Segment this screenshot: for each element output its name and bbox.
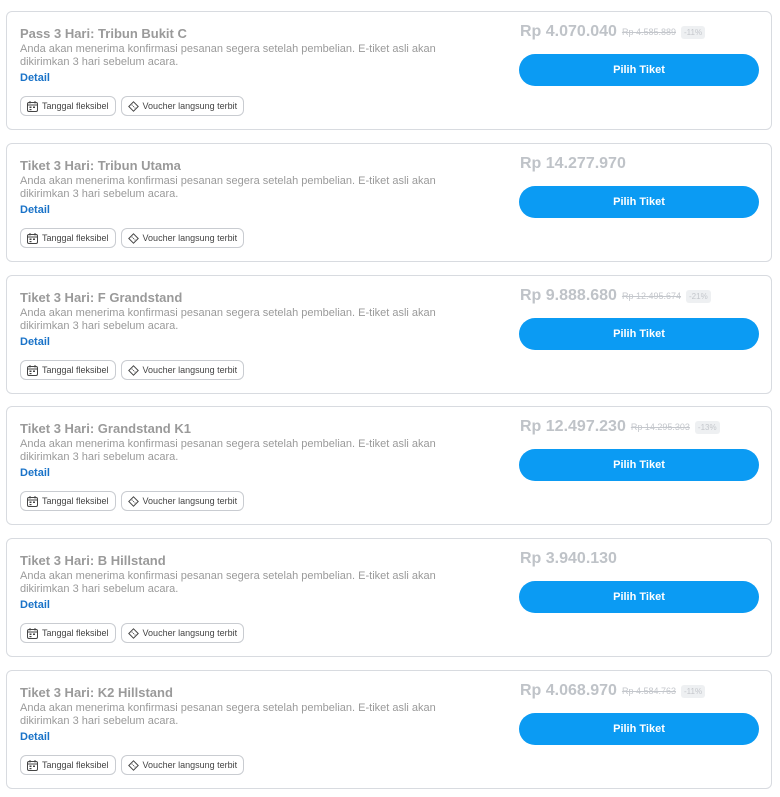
badge-label: Tanggal fleksibel <box>42 233 109 243</box>
original-price: Rp 12.495.674 <box>621 291 682 301</box>
ticket-description: Anda akan menerima konfirmasi pesanan se… <box>20 438 436 463</box>
ticket-icon <box>127 232 139 244</box>
ticket-price: Rp 4.068.970 <box>520 682 617 699</box>
ticket-icon <box>127 759 139 771</box>
detail-link[interactable]: Detail <box>20 731 50 743</box>
instant-voucher-badge: Voucher langsung terbit <box>120 623 245 643</box>
select-ticket-button[interactable]: Pilih Tiket <box>519 318 759 350</box>
select-ticket-button[interactable]: Pilih Tiket <box>519 186 759 218</box>
detail-link[interactable]: Detail <box>20 336 50 348</box>
feature-badges: Tanggal fleksibel Voucher langsung terbi… <box>20 623 245 643</box>
ticket-price: Rp 14.277.970 <box>520 155 626 172</box>
discount-badge: -11% <box>681 684 706 698</box>
ticket-description: Anda akan menerima konfirmasi pesanan se… <box>20 702 436 727</box>
ticket-card: Tiket 3 Hari: Grandstand K1 Anda akan me… <box>6 406 772 525</box>
flexible-date-badge: Tanggal fleksibel <box>20 623 116 643</box>
detail-link[interactable]: Detail <box>20 467 50 479</box>
feature-badges: Tanggal fleksibel Voucher langsung terbi… <box>20 755 245 775</box>
badge-label: Voucher langsung terbit <box>142 496 238 506</box>
ticket-title: Pass 3 Hari: Tribun Bukit C <box>20 26 187 41</box>
ticket-price: Rp 12.497.230 <box>520 418 626 435</box>
instant-voucher-badge: Voucher langsung terbit <box>120 360 245 380</box>
instant-voucher-badge: Voucher langsung terbit <box>120 96 245 116</box>
select-ticket-button[interactable]: Pilih Tiket <box>519 449 759 481</box>
original-price: Rp 4.584.763 <box>621 686 676 696</box>
calendar-icon <box>27 100 38 112</box>
price-row: Rp 9.888.680 Rp 12.495.674 -21% <box>520 287 711 305</box>
calendar-icon <box>27 495 38 507</box>
calendar-icon <box>27 364 38 376</box>
price-row: Rp 4.070.040 Rp 4.585.889 -11% <box>520 23 706 41</box>
ticket-description: Anda akan menerima konfirmasi pesanan se… <box>20 307 436 332</box>
flexible-date-badge: Tanggal fleksibel <box>20 491 116 511</box>
ticket-title: Tiket 3 Hari: K2 Hillstand <box>20 685 173 700</box>
ticket-icon <box>127 100 139 112</box>
flexible-date-badge: Tanggal fleksibel <box>20 96 116 116</box>
ticket-title: Tiket 3 Hari: Grandstand K1 <box>20 421 191 436</box>
detail-link[interactable]: Detail <box>20 72 50 84</box>
ticket-price: Rp 4.070.040 <box>520 23 617 40</box>
ticket-title: Tiket 3 Hari: B Hillstand <box>20 553 166 568</box>
discount-badge: -21% <box>686 289 711 303</box>
ticket-card: Tiket 3 Hari: F Grandstand Anda akan men… <box>6 275 772 394</box>
price-row: Rp 3.940.130 <box>520 550 617 568</box>
calendar-icon <box>27 759 38 771</box>
detail-link[interactable]: Detail <box>20 599 50 611</box>
ticket-icon <box>127 627 139 639</box>
feature-badges: Tanggal fleksibel Voucher langsung terbi… <box>20 360 245 380</box>
ticket-price: Rp 9.888.680 <box>520 287 617 304</box>
ticket-title: Tiket 3 Hari: Tribun Utama <box>20 158 181 173</box>
detail-link[interactable]: Detail <box>20 204 50 216</box>
discount-badge: -11% <box>681 25 706 39</box>
ticket-card: Tiket 3 Hari: B Hillstand Anda akan mene… <box>6 538 772 657</box>
instant-voucher-badge: Voucher langsung terbit <box>120 491 245 511</box>
badge-label: Voucher langsung terbit <box>142 628 238 638</box>
flexible-date-badge: Tanggal fleksibel <box>20 228 116 248</box>
original-price: Rp 4.585.889 <box>621 27 676 37</box>
flexible-date-badge: Tanggal fleksibel <box>20 755 116 775</box>
select-ticket-button[interactable]: Pilih Tiket <box>519 713 759 745</box>
ticket-title: Tiket 3 Hari: F Grandstand <box>20 290 183 305</box>
badge-label: Voucher langsung terbit <box>142 760 238 770</box>
feature-badges: Tanggal fleksibel Voucher langsung terbi… <box>20 228 245 248</box>
badge-label: Tanggal fleksibel <box>42 628 109 638</box>
instant-voucher-badge: Voucher langsung terbit <box>120 755 245 775</box>
ticket-icon <box>127 495 139 507</box>
badge-label: Tanggal fleksibel <box>42 496 109 506</box>
ticket-description: Anda akan menerima konfirmasi pesanan se… <box>20 175 436 200</box>
calendar-icon <box>27 627 38 639</box>
ticket-card: Tiket 3 Hari: Tribun Utama Anda akan men… <box>6 143 772 262</box>
instant-voucher-badge: Voucher langsung terbit <box>120 228 245 248</box>
ticket-list: Pass 3 Hari: Tribun Bukit C Anda akan me… <box>0 0 780 797</box>
badge-label: Voucher langsung terbit <box>142 101 238 111</box>
badge-label: Tanggal fleksibel <box>42 365 109 375</box>
badge-label: Voucher langsung terbit <box>142 365 238 375</box>
price-row: Rp 14.277.970 <box>520 155 626 173</box>
badge-label: Voucher langsung terbit <box>142 233 238 243</box>
price-row: Rp 12.497.230 Rp 14.295.303 -13% <box>520 418 720 436</box>
original-price: Rp 14.295.303 <box>630 422 690 432</box>
price-row: Rp 4.068.970 Rp 4.584.763 -11% <box>520 682 706 700</box>
badge-label: Tanggal fleksibel <box>42 101 109 111</box>
select-ticket-button[interactable]: Pilih Tiket <box>519 581 759 613</box>
feature-badges: Tanggal fleksibel Voucher langsung terbi… <box>20 96 245 116</box>
ticket-price: Rp 3.940.130 <box>520 550 617 567</box>
flexible-date-badge: Tanggal fleksibel <box>20 360 116 380</box>
ticket-icon <box>127 364 139 376</box>
select-ticket-button[interactable]: Pilih Tiket <box>519 54 759 86</box>
calendar-icon <box>27 232 38 244</box>
ticket-description: Anda akan menerima konfirmasi pesanan se… <box>20 570 436 595</box>
ticket-description: Anda akan menerima konfirmasi pesanan se… <box>20 43 436 68</box>
ticket-card: Pass 3 Hari: Tribun Bukit C Anda akan me… <box>6 11 772 130</box>
ticket-card: Tiket 3 Hari: K2 Hillstand Anda akan men… <box>6 670 772 789</box>
discount-badge: -13% <box>694 420 720 434</box>
feature-badges: Tanggal fleksibel Voucher langsung terbi… <box>20 491 245 511</box>
badge-label: Tanggal fleksibel <box>42 760 109 770</box>
